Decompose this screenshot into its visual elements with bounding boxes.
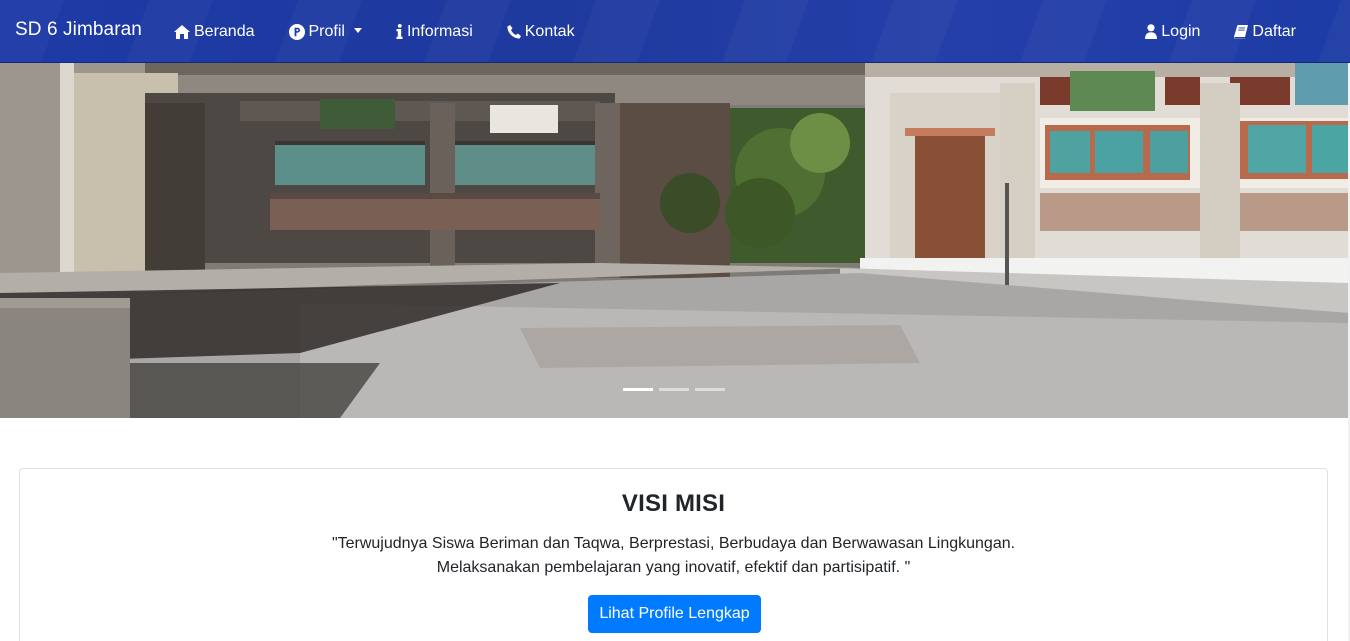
carousel-indicators (623, 388, 731, 391)
nav-right-menu: Login Daftar (1111, 0, 1296, 63)
nav-login-label: Login (1161, 22, 1201, 40)
nav-profil-label: Profil (308, 22, 345, 40)
nav-informasi-label: Informasi (406, 22, 473, 40)
hero-carousel (0, 63, 1348, 418)
phone-icon (507, 24, 521, 39)
visi-misi-card: VISI MISI "Terwujudnya Siswa Beriman dan… (19, 468, 1328, 641)
visi-text: "Terwujudnya Siswa Beriman dan Taqwa, Be… (331, 535, 1016, 552)
school-courtyard-image (0, 63, 1348, 418)
nav-profil-dropdown[interactable]: Profil (288, 22, 362, 41)
info-icon (396, 24, 403, 39)
user-icon (1145, 24, 1158, 39)
carousel-indicator-1[interactable] (623, 388, 653, 391)
home-icon (174, 24, 190, 39)
book-icon (1234, 24, 1249, 39)
misi-text: Melaksanakan pembelajaran yang inovatif,… (436, 559, 911, 576)
nav-kontak-label: Kontak (524, 22, 575, 40)
carousel-indicator-2[interactable] (659, 388, 689, 391)
nav-informasi[interactable]: Informasi (396, 23, 473, 41)
nav-left-menu: Beranda Profil Informasi Kontak (174, 0, 609, 63)
brand-link[interactable]: SD 6 Jimbaran (15, 19, 142, 41)
nav-daftar[interactable]: Daftar (1234, 23, 1296, 41)
carousel-indicator-3[interactable] (695, 388, 725, 391)
chevron-down-icon (353, 28, 362, 33)
nav-beranda[interactable]: Beranda (174, 23, 255, 41)
visi-misi-title: VISI MISI (621, 490, 726, 517)
nav-login[interactable]: Login (1145, 23, 1200, 41)
visi-misi-text: "Terwujudnya Siswa Beriman dan Taqwa, Be… (20, 532, 1327, 580)
nav-beranda-label: Beranda (194, 22, 255, 40)
p-circle-icon (288, 23, 305, 40)
nav-daftar-label: Daftar (1252, 22, 1296, 40)
lihat-profile-button[interactable]: Lihat Profile Lengkap (588, 595, 761, 633)
top-navbar: SD 6 Jimbaran Beranda Profil Informasi K… (0, 0, 1350, 63)
nav-kontak[interactable]: Kontak (507, 23, 575, 41)
